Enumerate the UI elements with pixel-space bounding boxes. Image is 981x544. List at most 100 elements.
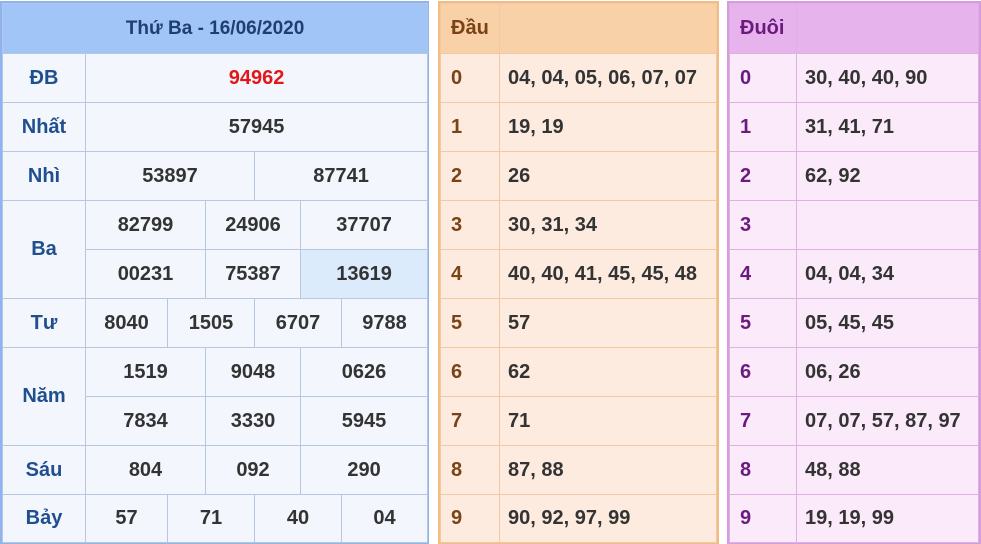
prize-tu-value: 6707	[254, 298, 342, 348]
dau-table: Đầu 0 04, 04, 05, 06, 07, 07 1 19, 19 2 26 …	[438, 1, 719, 544]
prize-label-nhat: Nhất	[2, 102, 86, 152]
prize-sau-value: 290	[299, 445, 429, 495]
duoi-digit: 1	[729, 102, 797, 152]
dau-values: 90, 92, 97, 99	[499, 494, 717, 543]
prize-sau-value: 092	[205, 445, 301, 495]
duoi-values: 05, 45, 45	[796, 298, 979, 348]
duoi-row: 3	[729, 200, 979, 250]
dau-values: 04, 04, 05, 06, 07, 07	[499, 53, 717, 103]
prize-tu-value: 8040	[85, 298, 168, 348]
duoi-values	[796, 200, 979, 250]
dau-values: 40, 40, 41, 45, 45, 48	[499, 249, 717, 299]
duoi-digit: 0	[729, 53, 797, 103]
prize-bay-value: 71	[167, 494, 255, 543]
duoi-digit: 6	[729, 347, 797, 397]
duoi-digit: 3	[729, 200, 797, 250]
dau-grid: Đầu 0 04, 04, 05, 06, 07, 07 1 19, 19 2 26 …	[440, 3, 717, 543]
dau-header: Đầu	[440, 3, 500, 54]
dau-digit: 8	[440, 445, 500, 495]
duoi-values: 04, 04, 34	[796, 249, 979, 299]
prize-label-tu: Tư	[2, 298, 86, 348]
duoi-values: 19, 19, 99	[796, 494, 979, 543]
dau-row: 6 62	[440, 347, 717, 397]
prize-ba-value: 37707	[299, 200, 429, 250]
duoi-table: Đuôi 0 30, 40, 40, 90 1 31, 41, 71 2 62, 92…	[727, 1, 981, 544]
prize-ba-value: 00231	[85, 249, 206, 299]
dau-digit: 9	[440, 494, 500, 543]
dau-digit: 1	[440, 102, 500, 152]
prize-nhat-value: 57945	[84, 102, 429, 152]
duoi-values: 07, 07, 57, 87, 97	[796, 396, 979, 446]
duoi-row: 2 62, 92	[729, 151, 979, 201]
duoi-grid: Đuôi 0 30, 40, 40, 90 1 31, 41, 71 2 62, 92…	[729, 3, 979, 543]
prize-nhi-value: 53897	[85, 151, 255, 201]
dau-row: 9 90, 92, 97, 99	[440, 494, 717, 543]
prize-nam-value: 7834	[85, 396, 206, 446]
duoi-row: 1 31, 41, 71	[729, 102, 979, 152]
duoi-values: 31, 41, 71	[796, 102, 979, 152]
prize-bay-value: 57	[85, 494, 168, 543]
prize-bay-value: 40	[254, 494, 342, 543]
prize-tu-value: 9788	[340, 298, 429, 348]
duoi-values: 62, 92	[796, 151, 979, 201]
dau-row: 1 19, 19	[440, 102, 717, 152]
prize-nam-value: 0626	[299, 347, 429, 397]
prize-nam-value: 5945	[299, 396, 429, 446]
dau-digit: 3	[440, 200, 500, 250]
prize-label-bay: Bảy	[2, 494, 86, 543]
duoi-row: 9 19, 19, 99	[729, 494, 979, 543]
results-title: Thứ Ba - 16/06/2020	[1, 3, 429, 54]
prize-nam-value: 3330	[205, 396, 301, 446]
dau-row: 0 04, 04, 05, 06, 07, 07	[440, 53, 717, 103]
dau-header-blank	[499, 3, 717, 54]
results-grid: Thứ Ba - 16/06/2020 ĐB 94962 Nhất 57945 …	[1, 3, 429, 543]
duoi-row: 0 30, 40, 40, 90	[729, 53, 979, 103]
prize-nam-value: 1519	[85, 347, 206, 397]
duoi-digit: 9	[729, 494, 797, 543]
dau-digit: 6	[440, 347, 500, 397]
duoi-values: 48, 88	[796, 445, 979, 495]
prize-db-value: 94962	[84, 53, 429, 103]
duoi-digit: 4	[729, 249, 797, 299]
duoi-digit: 7	[729, 396, 797, 446]
dau-digit: 5	[440, 298, 500, 348]
prize-ba-value: 75387	[205, 249, 301, 299]
dau-row: 7 71	[440, 396, 717, 446]
dau-values: 57	[499, 298, 717, 348]
duoi-values: 30, 40, 40, 90	[796, 53, 979, 103]
prize-label-sau: Sáu	[2, 445, 86, 495]
dau-values: 71	[499, 396, 717, 446]
dau-row: 8 87, 88	[440, 445, 717, 495]
dau-values: 19, 19	[499, 102, 717, 152]
duoi-row: 4 04, 04, 34	[729, 249, 979, 299]
dau-values: 30, 31, 34	[499, 200, 717, 250]
prize-tu-value: 1505	[167, 298, 255, 348]
prize-label-nam: Năm	[2, 347, 86, 446]
prize-nam-value: 9048	[205, 347, 301, 397]
dau-values: 87, 88	[499, 445, 717, 495]
duoi-row: 8 48, 88	[729, 445, 979, 495]
duoi-digit: 8	[729, 445, 797, 495]
duoi-row: 5 05, 45, 45	[729, 298, 979, 348]
dau-digit: 0	[440, 53, 500, 103]
dau-digit: 4	[440, 249, 500, 299]
dau-row: 3 30, 31, 34	[440, 200, 717, 250]
dau-values: 62	[499, 347, 717, 397]
duoi-row: 6 06, 26	[729, 347, 979, 397]
duoi-digit: 5	[729, 298, 797, 348]
prize-label-db: ĐB	[2, 53, 86, 103]
duoi-values: 06, 26	[796, 347, 979, 397]
dau-row: 5 57	[440, 298, 717, 348]
dau-digit: 7	[440, 396, 500, 446]
prize-nhi-value: 87741	[253, 151, 429, 201]
duoi-header-blank	[796, 3, 979, 54]
prize-label-nhi: Nhì	[2, 151, 86, 201]
duoi-row: 7 07, 07, 57, 87, 97	[729, 396, 979, 446]
duoi-header: Đuôi	[729, 3, 797, 54]
prize-ba-value: 82799	[85, 200, 206, 250]
duoi-digit: 2	[729, 151, 797, 201]
prize-sau-value: 804	[85, 445, 206, 495]
prize-label-ba: Ba	[2, 200, 86, 299]
dau-row: 4 40, 40, 41, 45, 45, 48	[440, 249, 717, 299]
prize-ba-value-highlighted: 13619	[299, 249, 429, 299]
